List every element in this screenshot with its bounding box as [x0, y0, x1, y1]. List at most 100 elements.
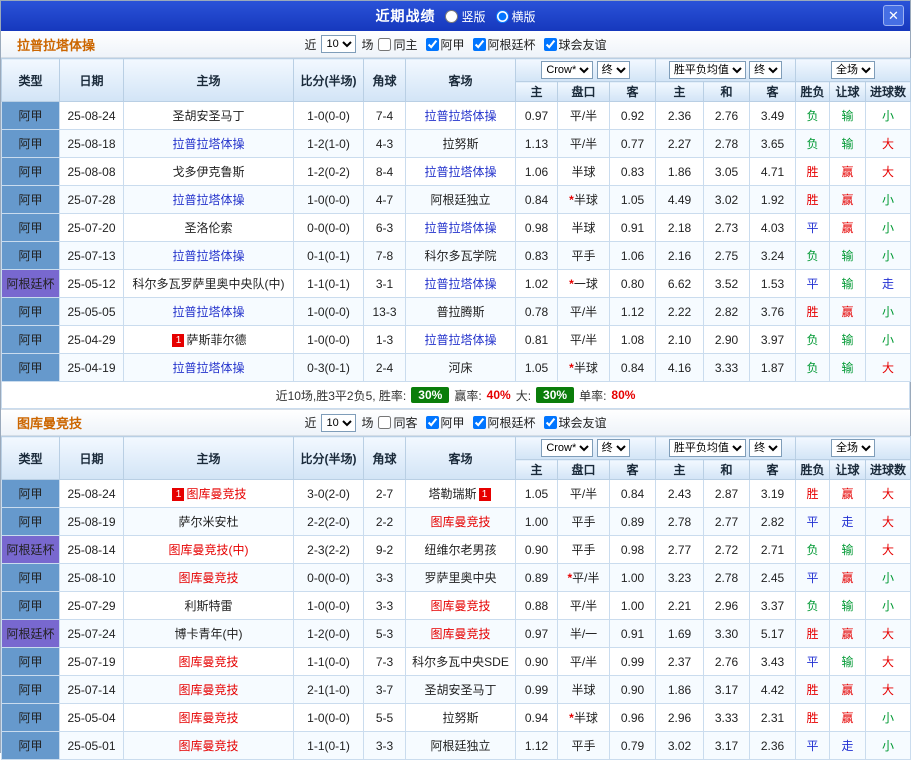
odds-cell: 0.89 — [515, 563, 558, 592]
checkbox[interactable] — [472, 416, 486, 429]
match-row: 阿甲 25-08-24 圣胡安圣马丁 1-0(0-0) 7-4 拉普拉塔体操 0.97 平/半… — [1, 101, 911, 130]
match-count-select[interactable]: 10 — [321, 413, 357, 432]
odds-cell: 0.97 — [515, 101, 558, 130]
checkbox[interactable] — [378, 37, 392, 51]
checkbox[interactable] — [425, 416, 439, 429]
odds-cell: 1.00 — [609, 563, 656, 592]
odds-cell: *平/半 — [557, 563, 610, 592]
odds-cell: 0.91 — [609, 619, 656, 648]
fullmatch-select[interactable]: 全场 — [831, 439, 876, 457]
team-name: 图库曼竞技 — [430, 599, 491, 613]
result-cell: 负 — [795, 241, 831, 270]
corners-cell: 3-3 — [363, 563, 406, 592]
avg-odds-cell: 3.19 — [748, 479, 797, 508]
result-cell: 大 — [865, 675, 911, 704]
match-row: 阿甲 25-05-01 图库曼竞技 1-1(0-1) 3-3 阿根廷独立 1.12 平手 0.7… — [1, 731, 911, 760]
avg-odds-cell: 2.16 — [655, 241, 704, 270]
avg-odds-cell: 2.96 — [655, 703, 704, 732]
avg-odds-cell: 4.71 — [748, 157, 797, 186]
result-cell: 胜 — [795, 185, 831, 214]
favored-star: * — [569, 277, 574, 291]
layout-radio-horizontal[interactable]: 横版 — [495, 8, 536, 25]
team-name: 图库曼竞技(中) — [168, 543, 249, 557]
result-cell: 负 — [795, 101, 831, 130]
odds-cell: 0.84 — [609, 353, 656, 382]
red-card-badge: 1 — [172, 488, 185, 501]
handicap-rate-value: 40% — [486, 388, 511, 402]
avg-final-select[interactable]: 终 — [749, 439, 783, 457]
match-count-select[interactable]: 10 — [321, 35, 357, 53]
avg-final-select[interactable]: 终 — [749, 61, 783, 79]
sub-col-goals: 进球数 — [865, 81, 911, 102]
home-team-cell: 图库曼竞技(中) — [123, 535, 294, 564]
match-row: 阿根廷杯 25-08-14 图库曼竞技(中) 2-3(2-2) 9-2 纽维尔老男孩 0.9… — [1, 535, 911, 564]
avg-odds-cell: 4.42 — [748, 675, 797, 704]
filter-checkbox-球会友谊[interactable]: 球会友谊 — [543, 414, 607, 431]
bookmaker-select[interactable]: Crow* — [541, 61, 594, 79]
titlebar: 近期战绩 竖版 横版 ✕ — [1, 1, 910, 31]
corners-cell: 2-7 — [363, 479, 406, 508]
odds-cell: 0.83 — [609, 157, 656, 186]
avg-odds-cell: 3.05 — [703, 157, 750, 186]
summary-record: 近10场,胜3平2负5, 胜率: — [275, 388, 407, 403]
odds-final-select[interactable]: 终 — [596, 61, 630, 79]
close-button[interactable]: ✕ — [883, 5, 904, 26]
avg-odds-select[interactable]: 胜平负均值 — [668, 439, 746, 457]
avg-odds-cell: 2.31 — [748, 703, 797, 732]
sub-col-lose: 客 — [748, 459, 797, 480]
team-name: 罗萨里奥中央 — [424, 571, 497, 585]
match-row: 阿甲 25-08-08 戈多伊克鲁斯 1-2(0-2) 8-4 拉普拉塔体操 1.06 半球 0… — [1, 157, 911, 186]
filter-checkbox-阿根廷杯[interactable]: 阿根廷杯 — [472, 414, 536, 431]
odds-cell: 半球 — [557, 675, 610, 704]
checkbox[interactable] — [378, 416, 392, 429]
league-cell: 阿根廷杯 — [1, 535, 60, 564]
odds-cell: 0.96 — [609, 703, 656, 732]
team-name: 图库曼竞技 — [430, 515, 491, 529]
filter-checkbox-阿甲[interactable]: 阿甲 — [425, 414, 465, 431]
odds-cell: 半球 — [557, 157, 610, 186]
sub-col-result: 胜负 — [795, 81, 831, 102]
fullmatch-select[interactable]: 全场 — [831, 61, 876, 79]
avg-odds-cell: 3.30 — [703, 619, 750, 648]
vertical-radio[interactable] — [445, 9, 459, 23]
filter-checkbox-球会友谊[interactable]: 球会友谊 — [543, 36, 607, 53]
odds-final-select[interactable]: 终 — [596, 439, 630, 457]
odds-cell: 1.00 — [609, 591, 656, 620]
score-cell: 1-1(0-0) — [293, 647, 364, 676]
checkbox[interactable] — [543, 37, 557, 51]
result-cell: 平 — [795, 213, 831, 242]
favored-star: * — [569, 711, 574, 725]
result-cell: 赢 — [829, 185, 867, 214]
checkbox[interactable] — [425, 37, 439, 51]
score-cell: 2-2(2-0) — [293, 507, 364, 536]
league-cell: 阿甲 — [1, 101, 60, 130]
away-team-cell: 科尔多瓦中央SDE — [405, 647, 516, 676]
layout-radio-vertical[interactable]: 竖版 — [445, 8, 486, 25]
sub-col-handicap-result: 让球 — [829, 459, 867, 480]
filter-checkbox-同客[interactable]: 同客 — [378, 414, 418, 431]
result-cell: 小 — [865, 563, 911, 592]
bookmaker-select[interactable]: Crow* — [541, 439, 594, 457]
result-cell: 大 — [865, 353, 911, 382]
avg-odds-cell: 2.82 — [748, 507, 797, 536]
filter-checkbox-阿根廷杯[interactable]: 阿根廷杯 — [472, 36, 536, 53]
avg-odds-select[interactable]: 胜平负均值 — [668, 61, 746, 79]
odds-cell: 1.08 — [609, 325, 656, 354]
checkbox[interactable] — [543, 416, 557, 429]
odds-cell: 0.89 — [609, 507, 656, 536]
odds-cell: 0.97 — [515, 619, 558, 648]
avg-odds-cell: 2.76 — [703, 647, 750, 676]
avg-odds-cell: 2.27 — [655, 129, 704, 158]
away-team-cell: 拉努斯 — [405, 703, 516, 732]
sub-col-draw: 和 — [703, 81, 750, 102]
avg-odds-cell: 2.36 — [748, 731, 797, 760]
away-team-cell: 拉普拉塔体操 — [405, 101, 516, 130]
sub-col-win: 主 — [655, 459, 704, 480]
avg-odds-cell: 2.87 — [703, 479, 750, 508]
filter-checkbox-阿甲[interactable]: 阿甲 — [425, 36, 465, 53]
league-cell: 阿甲 — [1, 479, 60, 508]
close-icon: ✕ — [888, 8, 899, 23]
filter-checkbox-同主[interactable]: 同主 — [378, 36, 418, 53]
checkbox[interactable] — [472, 37, 486, 51]
horizontal-radio[interactable] — [495, 9, 509, 23]
